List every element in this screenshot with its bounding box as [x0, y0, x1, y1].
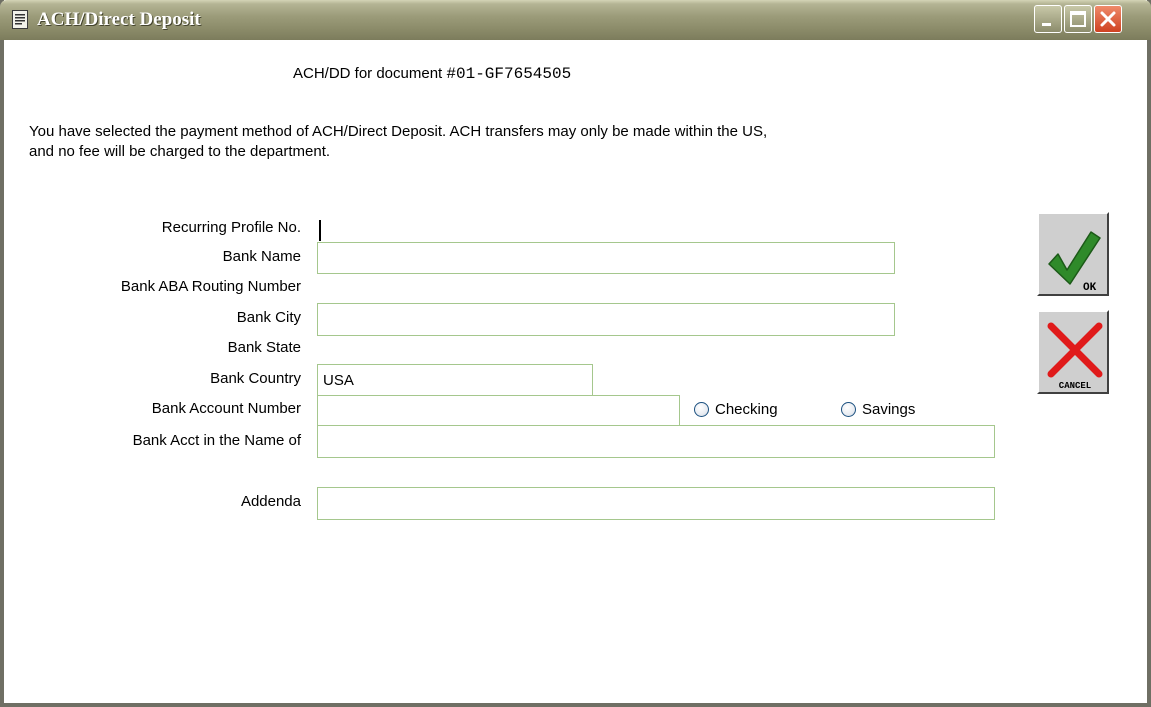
account-name-input[interactable]	[317, 425, 995, 458]
bank-city-label: Bank City	[236, 309, 301, 326]
bank-name-input[interactable]	[317, 242, 895, 274]
close-button[interactable]	[1094, 5, 1122, 33]
x-icon: CANCEL	[1047, 322, 1103, 391]
cancel-button-label: CANCEL	[1059, 381, 1091, 391]
account-number-input[interactable]	[317, 395, 680, 426]
checking-radio-label: Checking	[715, 401, 778, 418]
ach-direct-deposit-window: ACH/Direct Deposit ACH/DD for document #…	[0, 0, 1151, 707]
account-name-label: Bank Acct in the Name of	[132, 432, 301, 449]
aba-routing-input[interactable]	[317, 274, 617, 302]
cancel-button[interactable]: CANCEL	[1037, 310, 1109, 394]
ok-button-label: OK	[1083, 282, 1097, 294]
addenda-label: Addenda	[240, 493, 301, 510]
recurring-profile-label: Recurring Profile No.	[161, 219, 301, 236]
document-heading: ACH/DD for document #01-GF7654505	[293, 65, 571, 83]
bank-state-input[interactable]	[317, 336, 517, 364]
ok-button[interactable]: OK	[1037, 212, 1109, 296]
window-title: ACH/Direct Deposit	[37, 9, 201, 30]
bank-state-label: Bank State	[227, 339, 301, 356]
document-icon[interactable]	[12, 10, 28, 29]
bank-city-input[interactable]	[317, 303, 895, 336]
close-icon	[1100, 11, 1116, 27]
checking-radio-circle[interactable]	[694, 402, 709, 417]
checking-radio[interactable]: Checking	[694, 401, 778, 418]
notice-line-1: You have selected the payment method of …	[29, 123, 768, 140]
savings-radio-circle[interactable]	[841, 402, 856, 417]
minimize-icon	[1042, 23, 1051, 26]
savings-radio[interactable]: Savings	[841, 401, 915, 418]
text-caret	[319, 220, 321, 241]
recurring-profile-input[interactable]	[317, 213, 377, 242]
savings-radio-label: Savings	[862, 401, 916, 418]
document-heading-prefix: ACH/DD for document	[293, 65, 447, 82]
title-bar[interactable]: ACH/Direct Deposit	[0, 0, 1151, 40]
notice-line-2: and no fee will be charged to the depart…	[29, 143, 331, 160]
bank-country-input[interactable]: USA	[317, 364, 593, 396]
document-number: #01-GF7654505	[446, 65, 572, 83]
account-number-label: Bank Account Number	[151, 400, 301, 417]
addenda-input[interactable]	[317, 487, 995, 520]
bank-name-label: Bank Name	[222, 248, 301, 265]
payment-notice: You have selected the payment method of …	[29, 122, 1019, 162]
maximize-icon	[1070, 11, 1086, 27]
checkmark-icon: OK	[1048, 231, 1101, 294]
bank-country-label: Bank Country	[210, 370, 301, 387]
maximize-button[interactable]	[1064, 5, 1092, 33]
minimize-button[interactable]	[1034, 5, 1062, 33]
aba-routing-label: Bank ABA Routing Number	[120, 278, 301, 295]
